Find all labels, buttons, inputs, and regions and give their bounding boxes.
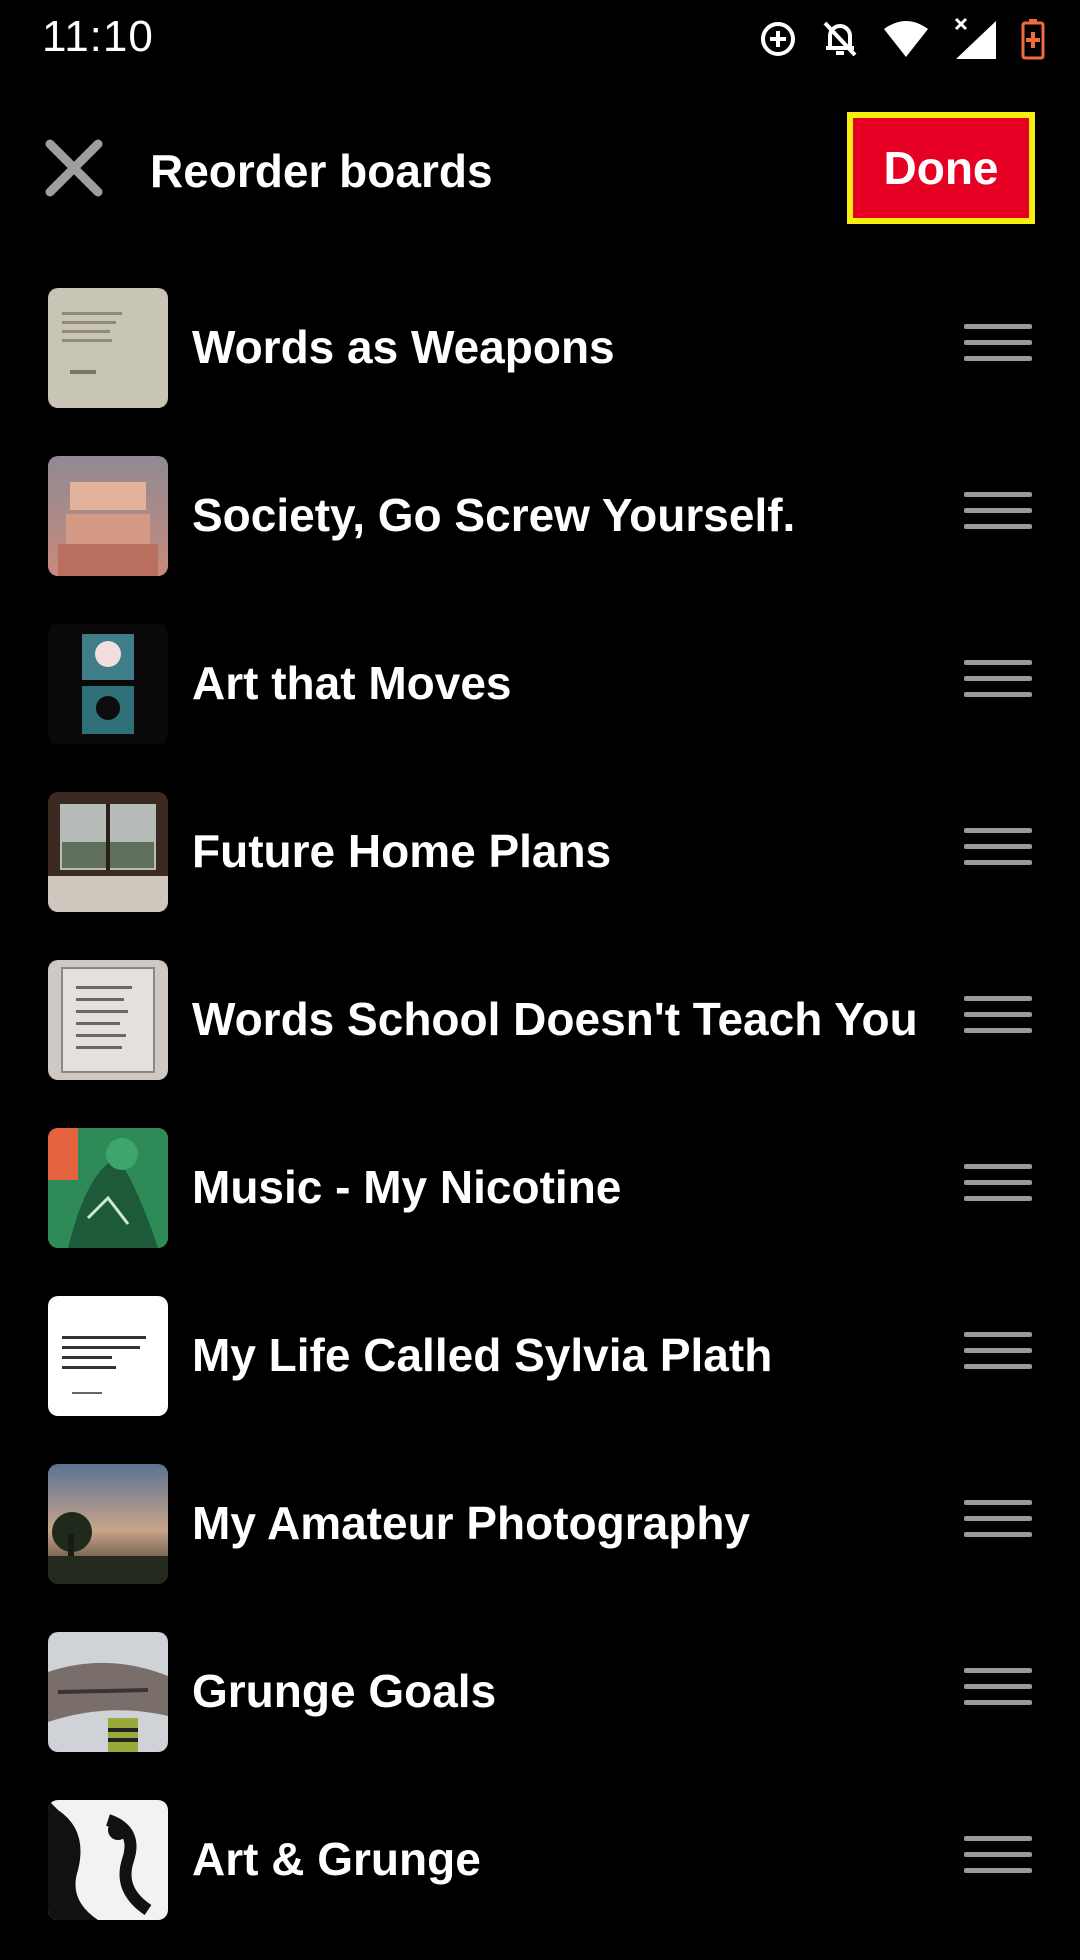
board-thumbnail	[48, 1464, 168, 1584]
board-name: Art & Grunge	[192, 1833, 481, 1885]
board-thumbnail	[48, 624, 168, 744]
board-thumbnail	[48, 456, 168, 576]
status-time: 11:10	[42, 12, 154, 61]
board-thumbnail	[48, 960, 168, 1080]
board-name: My Amateur Photography	[192, 1497, 751, 1549]
status-icons	[758, 14, 1046, 64]
board-row[interactable]: My Amateur Photography	[0, 1456, 1080, 1624]
drag-handle-icon[interactable]	[964, 1500, 1032, 1550]
board-row[interactable]: Society, Go Screw Yourself.	[0, 448, 1080, 616]
cell-signal-icon	[954, 17, 996, 59]
board-name: Music - My Nicotine	[192, 1161, 622, 1213]
drag-handle-icon[interactable]	[964, 828, 1032, 878]
board-row[interactable]: Grunge Goals	[0, 1624, 1080, 1792]
drag-handle-icon[interactable]	[964, 1332, 1032, 1382]
board-thumbnail	[48, 1296, 168, 1416]
board-name: Grunge Goals	[192, 1665, 497, 1717]
board-thumbnail	[48, 1632, 168, 1752]
drag-handle-icon[interactable]	[964, 1164, 1032, 1214]
page-title: Reorder boards	[150, 145, 493, 197]
board-row[interactable]: Words School Doesn't Teach You	[0, 952, 1080, 1120]
drag-handle-icon[interactable]	[964, 492, 1032, 542]
board-thumbnail	[48, 1800, 168, 1920]
board-thumbnail	[48, 792, 168, 912]
board-name: My Life Called Sylvia Plath	[192, 1329, 773, 1381]
board-name: Words School Doesn't Teach You	[192, 993, 918, 1045]
board-name: Words as Weapons	[192, 321, 615, 373]
drag-handle-icon[interactable]	[964, 324, 1032, 374]
status-bar: 11:10	[0, 0, 1080, 78]
close-icon[interactable]	[44, 138, 104, 198]
board-thumbnail	[48, 1128, 168, 1248]
toolbar: Reorder boards Done	[0, 108, 1080, 232]
board-row[interactable]: Words as Weapons	[0, 280, 1080, 448]
data-saver-icon	[761, 22, 795, 56]
board-name: Society, Go Screw Yourself.	[192, 489, 796, 541]
drag-handle-icon[interactable]	[964, 1668, 1032, 1718]
battery-charging-icon	[1021, 19, 1045, 60]
board-list: Words as Weapons Society, Go Screw Yours…	[0, 280, 1080, 1960]
drag-handle-icon[interactable]	[964, 1836, 1032, 1886]
board-row[interactable]: Music - My Nicotine	[0, 1120, 1080, 1288]
done-button[interactable]: Done	[847, 112, 1035, 224]
notifications-off-icon	[823, 21, 857, 57]
board-row[interactable]: My Life Called Sylvia Plath	[0, 1288, 1080, 1456]
board-name: Art that Moves	[192, 657, 512, 709]
board-row[interactable]: Art & Grunge	[0, 1792, 1080, 1960]
board-row[interactable]: Future Home Plans	[0, 784, 1080, 952]
board-row[interactable]: Art that Moves	[0, 616, 1080, 784]
board-thumbnail	[48, 288, 168, 408]
wifi-icon	[884, 21, 928, 57]
board-name: Future Home Plans	[192, 825, 612, 877]
drag-handle-icon[interactable]	[964, 996, 1032, 1046]
drag-handle-icon[interactable]	[964, 660, 1032, 710]
